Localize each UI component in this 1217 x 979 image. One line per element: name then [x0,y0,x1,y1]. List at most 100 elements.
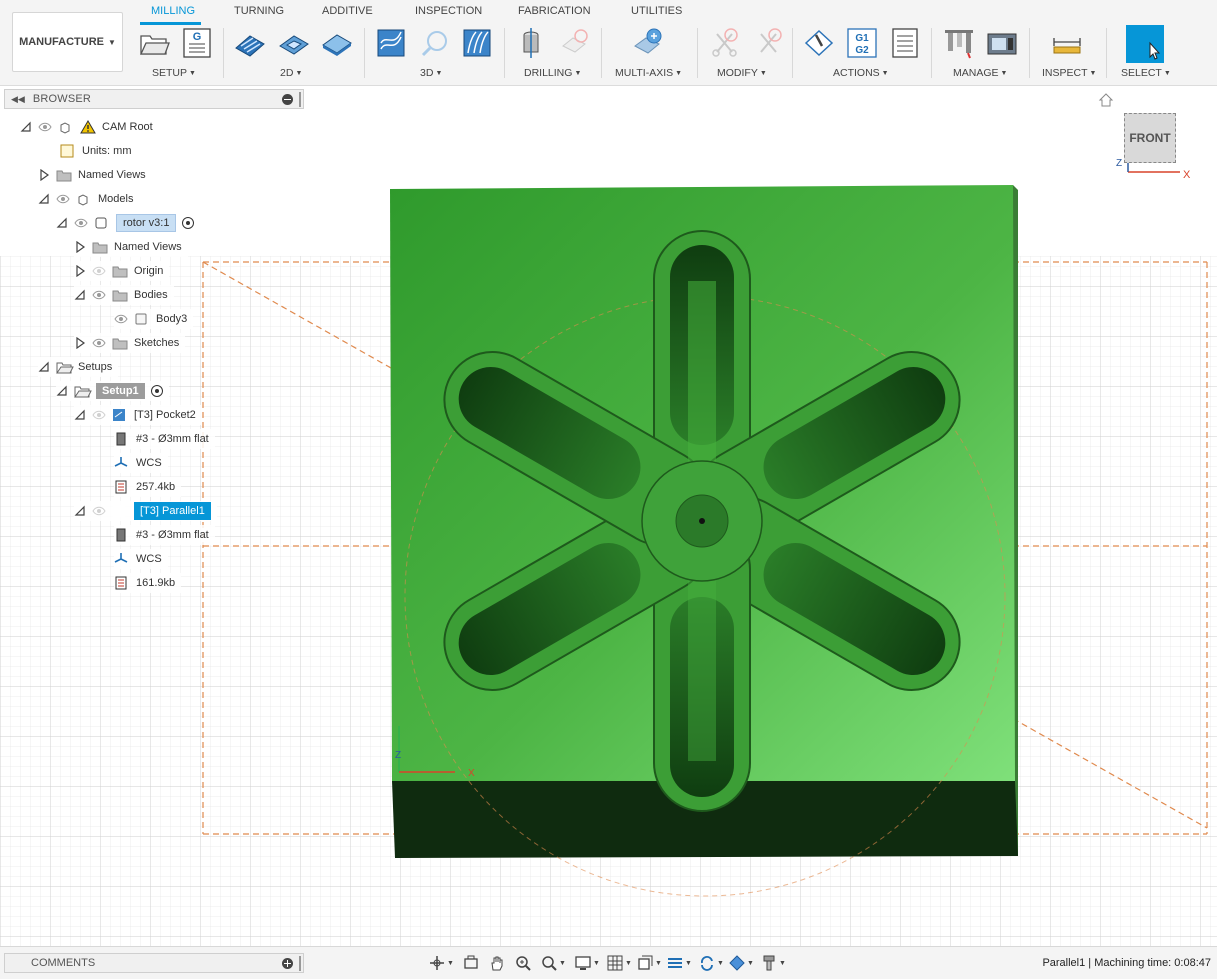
tree-item-setup1[interactable]: Setup1 [56,381,169,401]
3d-pocket-disabled-icon[interactable] [418,26,452,60]
expanded-triangle-icon[interactable] [74,409,86,421]
face-icon[interactable] [320,26,354,60]
machine-library-icon[interactable] [985,26,1019,60]
minimize-browser-icon[interactable] [282,94,293,105]
comments-panel[interactable]: COMMENTS [4,953,304,973]
orbit-constrained-icon[interactable]: ▼ [428,954,454,972]
group-drilling[interactable]: DRILLING ▼ [524,67,581,79]
visibility-eye-icon[interactable] [92,290,106,300]
tree-item-units[interactable]: Units: mm [60,141,138,161]
3d-parallel-icon[interactable] [460,26,494,60]
viewports-icon[interactable]: ▼ [636,954,662,972]
visibility-eye-icon[interactable] [114,314,128,324]
add-comment-icon[interactable] [282,958,293,969]
collapsed-triangle-icon[interactable] [74,264,86,278]
tree-item-named-views-sub[interactable]: Named Views [74,237,188,257]
expanded-triangle-icon[interactable] [38,193,50,205]
toolpath-display-icon[interactable]: ▼ [666,954,692,972]
hidden-eye-icon[interactable] [92,266,106,276]
collapse-browser-icon[interactable]: ◀◀ [11,94,25,105]
home-view-icon[interactable] [1098,92,1114,108]
simulation-refresh-icon[interactable]: ▼ [698,954,724,972]
collapsed-triangle-icon[interactable] [74,336,86,350]
new-setup-folder-icon[interactable] [137,26,171,60]
tree-item-pocket2-operation[interactable]: [T3] Pocket2 [74,405,202,425]
multi-axis-icon[interactable] [631,26,665,60]
hole-recognition-disabled-icon[interactable] [557,26,591,60]
tree-item-bodies[interactable]: Bodies [74,285,174,305]
zoom-icon[interactable] [514,954,532,972]
workspace-switcher[interactable]: MANUFACTURE ▼ [12,12,123,72]
tree-item-named-views[interactable]: Named Views [38,165,152,185]
fit-view-icon[interactable]: ▼ [540,954,566,972]
hidden-eye-icon[interactable] [92,410,106,420]
expanded-triangle-icon[interactable] [56,385,68,397]
delete-disabled-icon[interactable] [752,26,786,60]
cut-disabled-icon[interactable] [708,26,742,60]
select-cursor-icon[interactable] [1126,25,1164,63]
panel-grip-icon[interactable] [299,92,301,107]
tree-item-pocket2-tool[interactable]: #3 - Ø3mm flat [114,429,215,449]
tree-item-rotor-component[interactable]: rotor v3:1 [56,213,201,233]
tree-item-pocket2-nc-size[interactable]: 257.4kb [114,477,182,497]
tool-display-icon[interactable]: ▼ [760,954,786,972]
group-setup[interactable]: SETUP ▼ [152,67,196,79]
collapsed-triangle-icon[interactable] [74,240,86,254]
expanded-triangle-icon[interactable] [38,361,50,373]
tree-item-cam-root[interactable]: CAM Root [20,117,159,137]
visibility-eye-icon[interactable] [56,194,70,204]
tab-milling[interactable]: MILLING [151,5,195,17]
tree-item-origin[interactable]: Origin [74,261,170,281]
tab-utilities[interactable]: UTILITIES [631,5,682,17]
group-select[interactable]: SELECT ▼ [1121,67,1171,79]
tool-library-icon[interactable] [942,26,976,60]
measure-icon[interactable] [1050,26,1084,60]
2d-pocket-icon[interactable] [277,26,311,60]
display-settings-icon[interactable]: ▼ [574,954,600,972]
group-modify[interactable]: MODIFY ▼ [717,67,767,79]
activate-radio-icon[interactable] [182,217,195,229]
nc-program-icon[interactable]: G [180,26,214,60]
simulate-icon[interactable] [802,26,836,60]
panel-grip-icon[interactable] [299,956,301,971]
post-process-icon[interactable]: G1 G2 [845,26,879,60]
group-actions[interactable]: ACTIONS ▼ [833,67,889,79]
tree-item-parallel1-wcs[interactable]: WCS [114,549,168,569]
tree-item-pocket2-wcs[interactable]: WCS [114,453,168,473]
tree-item-models[interactable]: Models [38,189,140,209]
expanded-triangle-icon[interactable] [74,505,86,517]
collapsed-triangle-icon[interactable] [38,168,50,182]
setup-sheet-icon[interactable] [888,26,922,60]
grid-settings-icon[interactable]: ▼ [606,954,632,972]
tab-additive[interactable]: ADDITIVE [322,5,373,17]
tree-item-parallel1-nc-size[interactable]: 161.9kb [114,573,182,593]
tree-item-parallel1-operation[interactable]: [T3] Parallel1 [74,501,217,521]
viewcube[interactable]: FRONT [1124,113,1176,163]
hidden-eye-icon[interactable] [92,506,106,516]
look-at-icon[interactable] [462,954,480,972]
expanded-triangle-icon[interactable] [20,121,32,133]
activate-radio-icon[interactable] [150,385,163,397]
tree-item-body3[interactable]: Body3 [114,309,194,329]
visibility-eye-icon[interactable] [38,122,52,132]
2d-adaptive-icon[interactable] [233,26,267,60]
tree-item-parallel1-tool[interactable]: #3 - Ø3mm flat [114,525,215,545]
visibility-eye-icon[interactable] [74,218,88,228]
tab-turning[interactable]: TURNING [234,5,284,17]
stock-display-icon[interactable]: ▼ [728,954,754,972]
expanded-triangle-icon[interactable] [56,217,68,229]
group-inspect[interactable]: INSPECT ▼ [1042,67,1096,79]
expanded-triangle-icon[interactable] [74,289,86,301]
visibility-eye-icon[interactable] [92,338,106,348]
drill-icon[interactable] [514,26,548,60]
tab-inspection[interactable]: INSPECTION [415,5,482,17]
group-multi-axis[interactable]: MULTI-AXIS ▼ [615,67,682,79]
tree-item-sketches[interactable]: Sketches [74,333,186,353]
group-3d[interactable]: 3D ▼ [420,67,442,79]
group-2d[interactable]: 2D ▼ [280,67,302,79]
pan-hand-icon[interactable] [488,954,506,972]
tree-item-setups[interactable]: Setups [38,357,119,377]
3d-adaptive-icon[interactable] [374,26,408,60]
group-manage[interactable]: MANAGE ▼ [953,67,1007,79]
tab-fabrication[interactable]: FABRICATION [518,5,591,17]
